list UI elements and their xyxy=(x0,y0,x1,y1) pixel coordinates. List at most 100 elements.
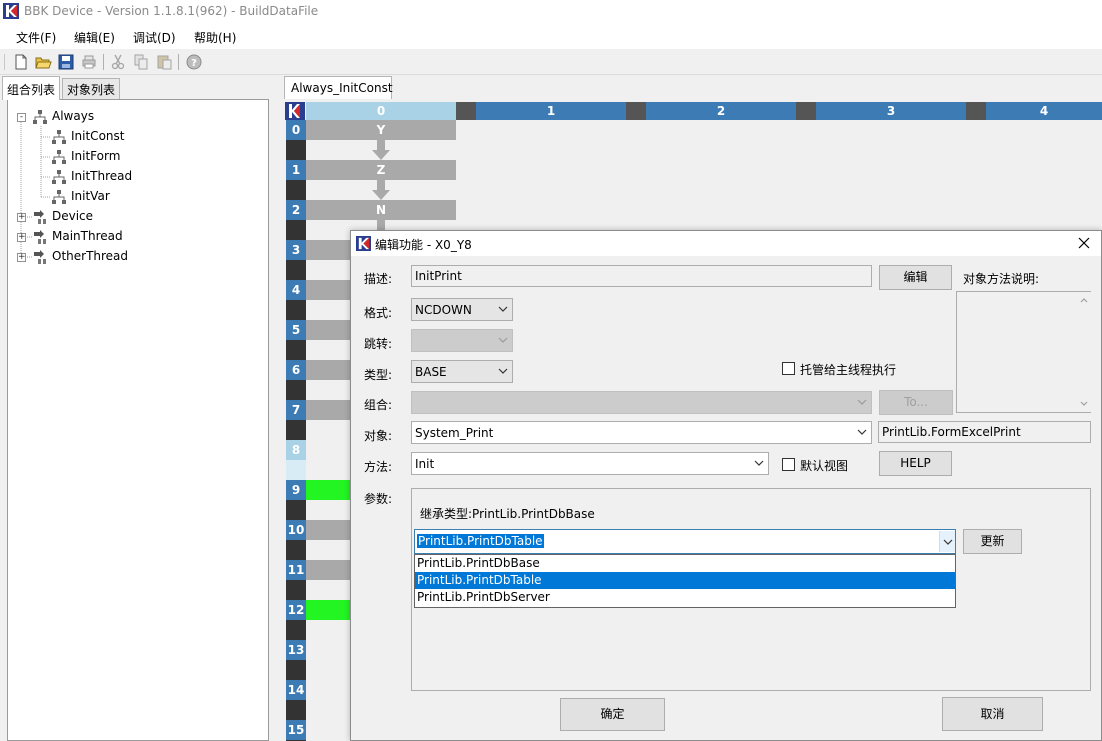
row-number[interactable]: 10 xyxy=(286,520,306,540)
row-number[interactable]: 4 xyxy=(286,280,306,300)
menu-file[interactable]: 文件(F) xyxy=(16,29,56,46)
parameter-dropdown-button[interactable] xyxy=(939,531,955,552)
document-tab[interactable]: Always_InitConst xyxy=(284,76,393,99)
object-class-field[interactable]: PrintLib.FormExcelPrint xyxy=(878,421,1091,443)
hierarchy-icon xyxy=(33,110,47,124)
description-input[interactable]: InitPrint xyxy=(411,265,872,287)
paste-icon[interactable] xyxy=(155,53,173,71)
help-button[interactable]: HELP xyxy=(879,451,952,476)
row-number[interactable]: 8 xyxy=(286,440,306,460)
flow-node-cell[interactable]: N xyxy=(306,200,456,220)
row-header: 14 xyxy=(286,680,306,720)
parameter-type-select[interactable]: PrintLib.PrintDbTable xyxy=(414,529,956,554)
description-label: 描述: xyxy=(364,272,393,286)
default-view-checkbox-label: 默认视图 xyxy=(800,459,849,473)
type-select-value: BASE xyxy=(415,365,447,379)
column-gap xyxy=(626,102,646,120)
row-header: 4 xyxy=(286,280,306,320)
row-number[interactable]: 6 xyxy=(286,360,306,380)
left-panel-tabs: 组合列表 对象列表 xyxy=(0,76,272,100)
tree-node-label: MainThread xyxy=(52,229,123,243)
parameters-panel: 继承类型:PrintLib.PrintDbBase PrintLib.Print… xyxy=(411,488,1091,691)
column-header[interactable]: 1 xyxy=(476,102,626,120)
row-header: 6 xyxy=(286,360,306,400)
row-number[interactable]: 13 xyxy=(286,640,306,660)
cut-icon[interactable] xyxy=(109,53,127,71)
copy-icon[interactable] xyxy=(132,53,150,71)
flow-node-cell[interactable]: Y xyxy=(306,120,456,140)
row-header: 2 xyxy=(286,200,306,240)
menu-help[interactable]: 帮助(H) xyxy=(194,29,236,46)
row-number[interactable]: 15 xyxy=(286,720,306,740)
print-icon[interactable] xyxy=(80,53,98,71)
method-select[interactable]: Init xyxy=(411,452,769,475)
chevron-down-icon xyxy=(754,460,764,466)
row-number[interactable]: 11 xyxy=(286,560,306,580)
update-button[interactable]: 更新 xyxy=(963,529,1022,554)
column-header[interactable]: 0 xyxy=(306,102,456,120)
row-number[interactable]: 9 xyxy=(286,480,306,500)
row-number[interactable]: 12 xyxy=(286,600,306,620)
open-folder-icon[interactable] xyxy=(34,53,52,71)
row-header: 15 xyxy=(286,720,306,741)
tree-node-label: OtherThread xyxy=(52,249,129,263)
chevron-down-icon xyxy=(498,337,508,343)
type-select[interactable]: BASE xyxy=(411,360,513,383)
save-icon[interactable] xyxy=(57,53,75,71)
group-label: 组合: xyxy=(364,398,393,412)
column-header[interactable]: 4 xyxy=(986,102,1102,120)
row-header: 7 xyxy=(286,400,306,440)
dropdown-option-selected[interactable]: PrintLib.PrintDbTable xyxy=(415,572,955,589)
row-number[interactable]: 3 xyxy=(286,240,306,260)
tab-group-list[interactable]: 组合列表 xyxy=(2,76,61,100)
row-header: 11 xyxy=(286,560,306,600)
tree-expand-toggle[interactable]: + xyxy=(17,233,26,242)
dropdown-option[interactable]: PrintLib.PrintDbBase xyxy=(415,555,955,572)
column-header[interactable]: 2 xyxy=(646,102,796,120)
close-icon[interactable] xyxy=(1075,234,1093,252)
menu-debug[interactable]: 调试(D) xyxy=(133,29,176,46)
tree-expand-toggle[interactable]: + xyxy=(17,213,26,222)
params-label: 参数: xyxy=(364,492,393,506)
edit-function-dialog: 编辑功能 - X0_Y8 描述: InitPrint 编辑 对象方法说明: 格式… xyxy=(350,230,1102,741)
object-select-value: System_Print xyxy=(415,426,494,440)
row-number[interactable]: 1 xyxy=(286,160,306,180)
ok-button[interactable]: 确定 xyxy=(560,698,665,731)
menu-edit[interactable]: 编辑(E) xyxy=(74,29,115,46)
tree-expand-toggle[interactable]: + xyxy=(17,253,26,262)
hierarchy-icon xyxy=(52,190,66,204)
dropdown-option[interactable]: PrintLib.PrintDbServer xyxy=(415,589,955,606)
column-gap xyxy=(966,102,986,120)
flow-node-cell[interactable]: Z xyxy=(306,160,456,180)
row-number[interactable]: 2 xyxy=(286,200,306,220)
tree-node-label: Device xyxy=(52,209,94,223)
format-select[interactable]: NCDOWN xyxy=(411,298,513,321)
row-number[interactable]: 5 xyxy=(286,320,306,340)
object-select[interactable]: System_Print xyxy=(411,421,872,444)
tree-collapse-toggle[interactable]: - xyxy=(17,113,26,122)
to-button[interactable]: To... xyxy=(879,390,953,415)
tab-object-list[interactable]: 对象列表 xyxy=(62,78,121,99)
method-select-value: Init xyxy=(415,457,435,471)
group-select[interactable] xyxy=(411,391,872,414)
column-header[interactable]: 3 xyxy=(816,102,966,120)
row-header: 8 xyxy=(286,440,306,480)
help-icon[interactable]: ? xyxy=(185,53,203,71)
row-header: 3 xyxy=(286,240,306,280)
toolbar-grip xyxy=(4,54,5,70)
row-number[interactable]: 14 xyxy=(286,680,306,700)
main-thread-checkbox-label: 托管给主线程执行 xyxy=(800,363,897,377)
main-thread-checkbox[interactable] xyxy=(782,362,795,375)
cancel-button[interactable]: 取消 xyxy=(942,697,1043,731)
row-number[interactable]: 7 xyxy=(286,400,306,420)
row-header: 1 xyxy=(286,160,306,200)
edit-button[interactable]: 编辑 xyxy=(879,265,952,290)
object-method-description xyxy=(956,291,1091,413)
format-select-value: NCDOWN xyxy=(415,303,472,317)
default-view-checkbox[interactable] xyxy=(782,458,795,471)
description-scrollbar[interactable] xyxy=(1077,292,1091,412)
new-file-icon[interactable] xyxy=(12,53,30,71)
jump-select[interactable] xyxy=(411,329,513,352)
row-number[interactable]: 0 xyxy=(286,120,306,140)
row-header: 12 xyxy=(286,600,306,640)
